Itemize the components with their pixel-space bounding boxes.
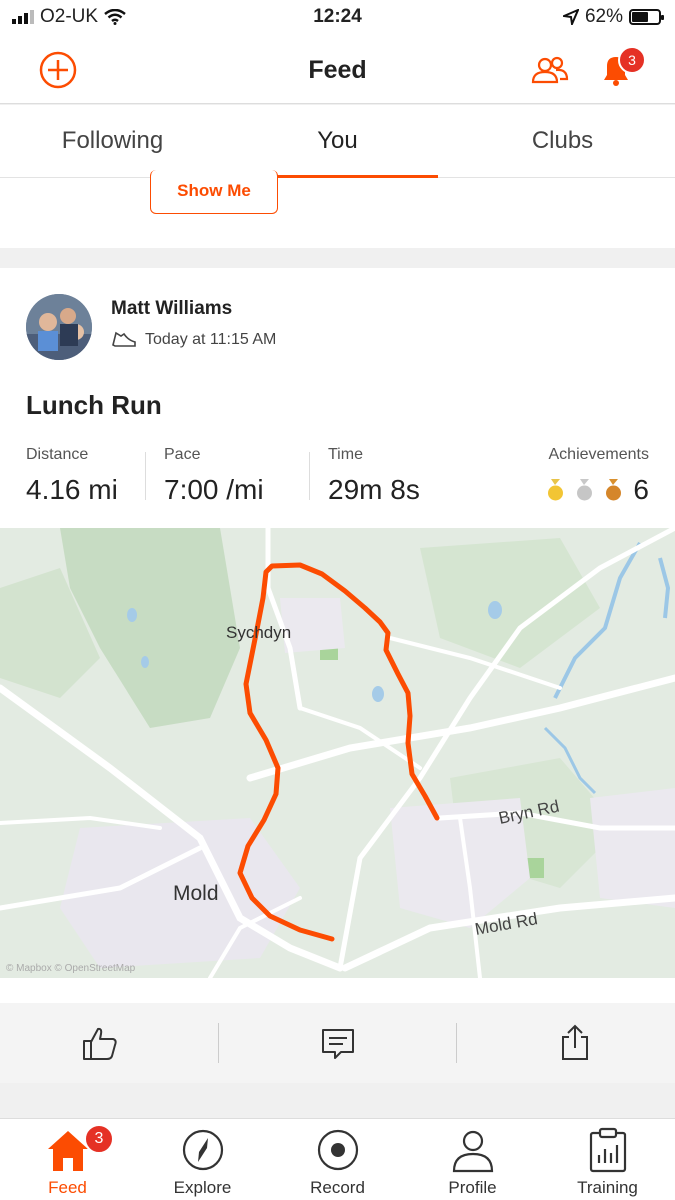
- training-clipboard-icon: [589, 1127, 627, 1173]
- status-bar: O2-UK 12:24 62%: [0, 0, 675, 36]
- battery-icon: [629, 9, 664, 25]
- athlete-name[interactable]: Matt Williams: [111, 298, 232, 320]
- thumbs-up-icon: [83, 1027, 117, 1060]
- tab-clubs[interactable]: Clubs: [450, 105, 675, 177]
- tabbar-training[interactable]: Training: [540, 1119, 675, 1200]
- time-value: 29m 8s: [328, 474, 420, 505]
- bottom-tab-bar: 3 Feed Explore Record Profile Training: [0, 1118, 675, 1200]
- page-title: Feed: [308, 56, 367, 84]
- bronze-medal-icon: [606, 479, 622, 501]
- tabbar-feed[interactable]: 3 Feed: [0, 1119, 135, 1200]
- distance-value: 4.16 mi: [26, 474, 118, 505]
- pace-value: 7:00 /mi: [164, 474, 264, 505]
- location-icon: [562, 9, 579, 25]
- feed-tabs: Following You Clubs: [0, 105, 675, 178]
- people-icon: [531, 56, 569, 84]
- notifications-button[interactable]: 3: [596, 46, 646, 90]
- tab-you[interactable]: You: [225, 105, 450, 178]
- map-label-sychdyn: Sychdyn: [226, 623, 291, 642]
- compass-icon: [182, 1129, 224, 1171]
- kudos-button[interactable]: [80, 1023, 120, 1063]
- achievements-label: Achievements: [548, 446, 650, 463]
- tabbar-explore[interactable]: Explore: [135, 1119, 270, 1200]
- gold-medal-icon: [548, 479, 564, 501]
- comment-button[interactable]: [318, 1023, 358, 1063]
- activity-time: Today at 11:15 AM: [145, 331, 277, 348]
- activity-title[interactable]: Lunch Run: [26, 390, 162, 421]
- promo-card: Show Me: [0, 170, 675, 248]
- pace-label: Pace: [164, 446, 201, 463]
- tabbar-explore-label: Explore: [173, 1178, 232, 1197]
- tabbar-profile[interactable]: Profile: [405, 1119, 540, 1200]
- avatar[interactable]: [26, 294, 92, 360]
- tabbar-record-label: Record: [310, 1178, 365, 1197]
- tabbar-training-label: Training: [577, 1178, 638, 1197]
- activity-card[interactable]: Matt Williams Today at 11:15 AM Lunch Ru…: [0, 268, 675, 1083]
- tab-following[interactable]: Following: [0, 105, 225, 177]
- show-me-button[interactable]: Show Me: [150, 170, 278, 214]
- tabbar-feed-label: Feed: [48, 1178, 87, 1197]
- distance-label: Distance: [26, 446, 89, 463]
- battery-percent: 62%: [584, 6, 623, 27]
- tabbar-record[interactable]: Record: [270, 1119, 405, 1200]
- time-label: Time: [328, 446, 363, 463]
- achievements-count: 6: [633, 474, 649, 505]
- find-friends-button[interactable]: [530, 50, 570, 90]
- map-canvas: Sychdyn Mold Bryn Rd Mold Rd: [0, 528, 675, 978]
- route-map[interactable]: Sychdyn Mold Bryn Rd Mold Rd © Mapbox © …: [0, 528, 675, 978]
- shoe-icon: [112, 331, 136, 347]
- tabbar-profile-label: Profile: [448, 1178, 497, 1197]
- record-icon: [317, 1129, 359, 1171]
- map-attribution[interactable]: © Mapbox © OpenStreetMap: [6, 963, 135, 974]
- profile-icon: [452, 1130, 494, 1173]
- app-header: Feed 3: [0, 36, 675, 104]
- comment-icon: [322, 1029, 354, 1059]
- map-label-mold: Mold: [173, 882, 219, 905]
- feed-badge: 3: [84, 1124, 114, 1154]
- activity-actions: [0, 1003, 675, 1083]
- notification-badge: 3: [618, 46, 646, 74]
- share-icon: [562, 1024, 588, 1060]
- silver-medal-icon: [577, 479, 593, 501]
- share-button[interactable]: [555, 1023, 595, 1063]
